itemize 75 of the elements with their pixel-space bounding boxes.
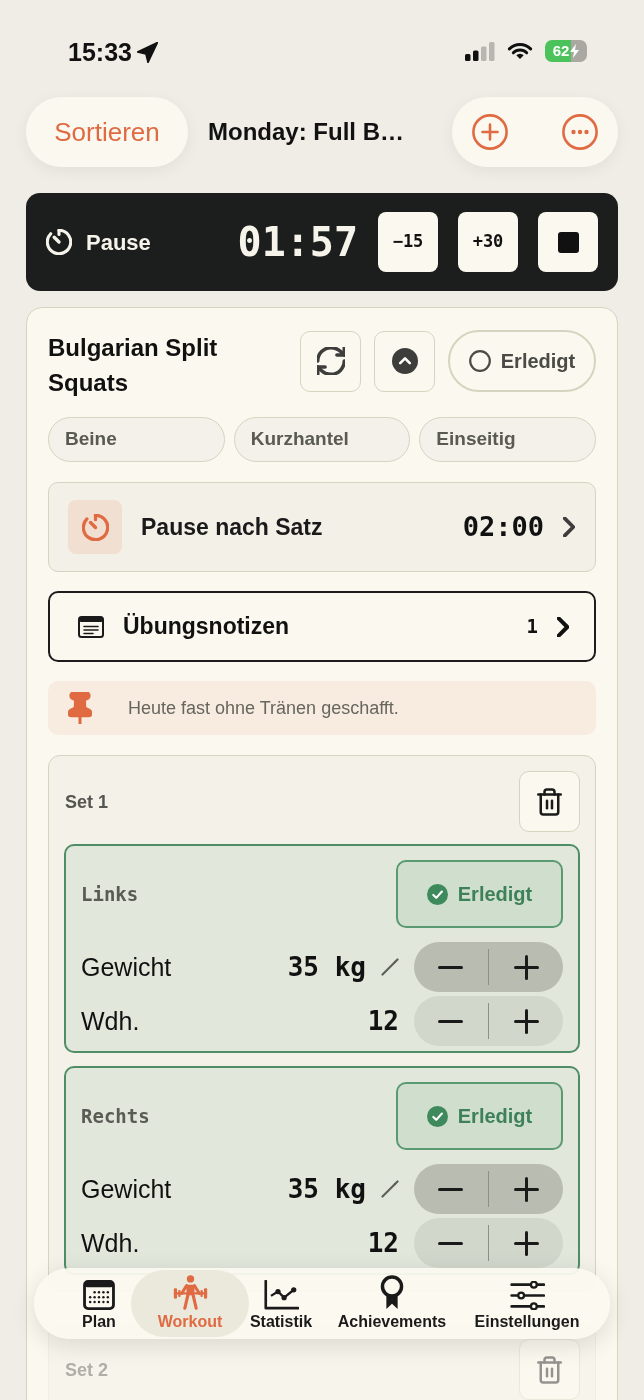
- notes-icon: [78, 615, 104, 638]
- check-circle-icon: [426, 1105, 448, 1127]
- pinned-note-text: Heute fast ohne Tränen geschafft.: [128, 696, 399, 720]
- plus-icon: [513, 1008, 539, 1034]
- check-circle-icon: [426, 883, 448, 905]
- row-label: Wdh.: [81, 1229, 141, 1257]
- row-value: 35 kg: [287, 1174, 366, 1204]
- tab-item[interactable]: Statistik: [249, 1270, 313, 1337]
- pencil-icon[interactable]: [381, 958, 399, 976]
- row-label: Wdh.: [81, 1007, 141, 1035]
- timer-icon: [46, 229, 72, 255]
- side-label: Links: [81, 882, 139, 906]
- add-button[interactable]: [472, 114, 508, 150]
- pencil-icon[interactable]: [381, 1180, 399, 1198]
- minus-icon: [438, 1187, 464, 1191]
- done-button[interactable]: Erledigt: [448, 330, 596, 392]
- tag-chip: Einseitig: [419, 417, 596, 462]
- signal-icon: [465, 41, 495, 61]
- ellipsis-circle-icon: [562, 114, 598, 150]
- time-adjust-button[interactable]: −15: [378, 212, 438, 272]
- exercise-title: Bulgarian Split Squats: [48, 333, 219, 398]
- sliders-icon: [509, 1281, 545, 1310]
- minus-icon: [438, 1241, 464, 1245]
- swap-button[interactable]: [300, 330, 361, 392]
- timer-icon: [68, 500, 122, 554]
- refresh-icon: [316, 347, 345, 375]
- delete-set-button[interactable]: [519, 771, 580, 832]
- notes-row[interactable]: Übungsnotizen 1: [48, 591, 596, 662]
- trash-icon: [537, 787, 562, 816]
- plus-icon: [513, 1230, 539, 1256]
- set-title: Set 2: [64, 1359, 109, 1380]
- tag-chip: Beine: [48, 417, 225, 462]
- rest-countdown: 01:57: [237, 218, 358, 266]
- charging-bolt-icon: [570, 44, 580, 58]
- rest-after-set-time: 02:00: [462, 509, 544, 544]
- tag-chip: Kurzhantel: [233, 417, 411, 462]
- trash-icon: [537, 1355, 562, 1384]
- tab-item[interactable]: Einstellungen: [471, 1270, 583, 1337]
- minus-icon: [438, 965, 464, 969]
- rest-label: Pause: [86, 228, 151, 257]
- chevron-right-icon: [563, 517, 575, 537]
- plus-icon: [513, 1176, 539, 1202]
- more-button[interactable]: [562, 114, 598, 150]
- rest-after-set-label: Pause nach Satz: [141, 512, 323, 542]
- set-title: Set 1: [64, 791, 109, 812]
- rest-after-set-row[interactable]: Pause nach Satz 02:00: [48, 482, 596, 572]
- circle-icon: [468, 350, 491, 372]
- collapse-button[interactable]: [374, 330, 435, 392]
- status-time: 15:33: [68, 37, 132, 67]
- minus-icon: [438, 1019, 464, 1023]
- row-value: 12: [367, 1006, 399, 1036]
- chevron-right-icon: [557, 616, 569, 637]
- plus-circle-icon: [472, 114, 508, 150]
- time-adjust-button[interactable]: +30: [458, 212, 518, 272]
- row-label: Gewicht: [81, 1175, 173, 1203]
- battery-percentage: 62: [552, 42, 570, 60]
- stop-icon: [557, 231, 579, 253]
- pin-icon: [68, 692, 92, 724]
- side-label: Rechts: [81, 1104, 150, 1128]
- wifi-icon: [507, 42, 533, 60]
- line-chart-icon: [263, 1280, 299, 1310]
- row-value: 35 kg: [287, 952, 366, 982]
- plus-icon: [513, 954, 539, 980]
- stop-button[interactable]: [538, 212, 598, 272]
- tab-item[interactable]: Plan: [67, 1270, 131, 1337]
- row-label: Gewicht: [81, 953, 173, 981]
- award-ribbon-icon: [379, 1275, 405, 1310]
- notes-count: 1: [526, 614, 538, 640]
- notes-label: Übungsnotizen: [123, 612, 290, 642]
- calendar-icon: [83, 1280, 115, 1310]
- location-arrow-icon: [136, 41, 158, 63]
- workout-title: Monday: Full B…: [208, 117, 404, 147]
- chevron-up-circle-icon: [391, 348, 418, 374]
- tab-item[interactable]: Achievements: [313, 1270, 471, 1337]
- row-value: 12: [367, 1228, 399, 1258]
